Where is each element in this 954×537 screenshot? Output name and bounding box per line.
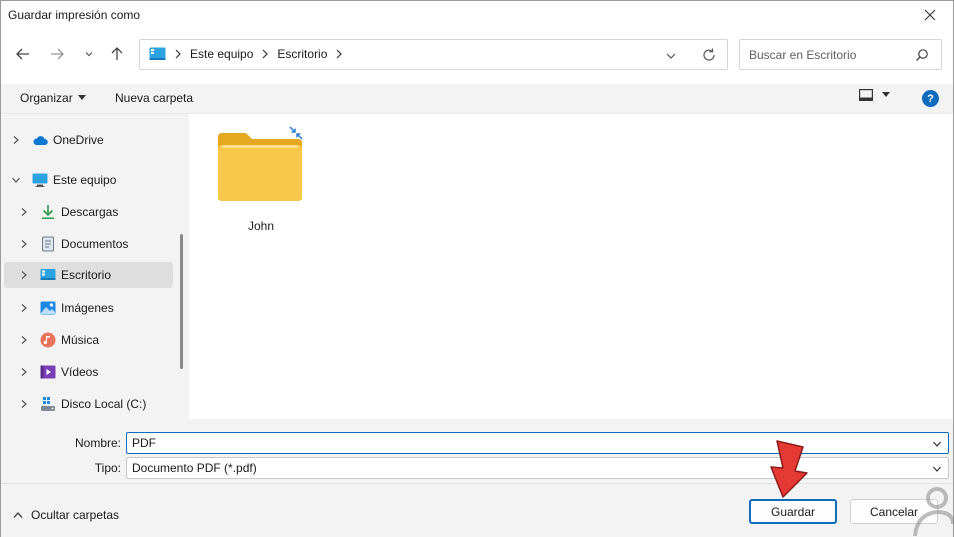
up-button[interactable] [106,43,128,65]
sidebar-item-label: Este equipo [53,173,117,187]
chevron-right-icon[interactable] [19,303,29,313]
monitor-icon [32,173,48,187]
help-icon: ? [927,92,934,105]
caret-down-icon [77,95,86,100]
sidebar-item-imagenes[interactable]: Imágenes [4,295,173,321]
video-icon [40,365,56,379]
search-icon[interactable] [915,48,929,62]
chevron-right-icon[interactable] [11,135,21,145]
back-button[interactable] [12,43,34,65]
sidebar-item-onedrive[interactable]: OneDrive [4,127,173,153]
organize-label: Organizar [20,91,73,105]
cloud-icon [33,136,48,145]
navigation-pane[interactable]: OneDrive Este equipo Descargas Documento… [1,114,189,419]
sidebar-item-label: Descargas [61,205,119,219]
sync-arrows-icon [289,126,303,140]
new-folder-button[interactable]: Nueva carpeta [115,91,193,105]
caret-down-icon [882,92,890,97]
sidebar-scrollbar[interactable] [180,234,183,369]
help-button[interactable]: ? [922,90,939,107]
address-bar[interactable]: Este equipo Escritorio [139,39,728,70]
chevron-right-icon[interactable] [19,239,29,249]
sidebar-item-musica[interactable]: Música [4,327,173,353]
chevron-right-icon[interactable] [19,399,29,409]
title-bar: Guardar impresión como [1,1,953,29]
view-pane-icon [859,89,873,101]
sidebar-item-label: Disco Local (C:) [61,397,147,411]
sidebar-item-label: Escritorio [61,268,112,282]
chevron-down-icon[interactable] [932,464,942,474]
sidebar-item-videos[interactable]: Vídeos [4,359,173,385]
save-label: Guardar [770,504,816,519]
sidebar-item-label: Vídeos [61,365,99,379]
desktop-icon [149,47,166,60]
name-label: Nombre: [74,436,121,450]
desktop-icon [40,269,56,280]
type-label: Tipo: [94,461,121,475]
chevron-down-icon [85,52,93,57]
chevron-down-icon[interactable] [932,439,942,449]
drive-icon [41,397,55,411]
breadcrumb-escritorio[interactable]: Escritorio [277,47,327,61]
save-dialog: Guardar impresión como Este equipo Escri… [0,0,954,537]
download-icon [42,205,54,219]
address-history-chevron-icon[interactable] [665,50,677,62]
chevron-right-icon[interactable] [261,49,269,59]
sidebar-item-label: Documentos [61,237,129,251]
navigation-bar: Este equipo Escritorio Buscar en Escrito… [1,35,953,75]
sidebar-item-este-equipo[interactable]: Este equipo [4,167,173,193]
chevron-up-icon [13,512,23,518]
chevron-right-icon[interactable] [19,270,29,280]
save-button[interactable]: Guardar [749,499,837,524]
music-icon [40,332,56,348]
arrow-up-icon [111,47,123,60]
folder-name: John [247,219,275,233]
image-icon [40,301,56,315]
close-button[interactable] [907,1,953,29]
sidebar-item-label: OneDrive [53,133,104,147]
pointer-arrow-icon [770,440,808,498]
view-options-button[interactable] [859,89,890,101]
sidebar-item-label: Música [61,333,100,347]
hide-folders-toggle[interactable]: Ocultar carpetas [13,508,119,522]
refresh-icon[interactable] [701,47,717,63]
recent-locations-button[interactable] [78,43,100,65]
chevron-right-icon[interactable] [19,207,29,217]
chevron-right-icon [175,49,181,59]
window-title: Guardar impresión como [8,8,141,22]
chevron-down-icon[interactable] [11,175,21,185]
sidebar-item-label: Imágenes [61,301,114,315]
filename-field[interactable]: PDF [126,432,949,454]
sidebar-item-escritorio[interactable]: Escritorio [4,262,173,288]
new-folder-label: Nueva carpeta [115,91,194,105]
chevron-right-icon[interactable] [19,367,29,377]
chevron-right-icon[interactable] [19,335,29,345]
folder-item[interactable]: John [216,123,306,233]
sidebar-item-disco-local[interactable]: Disco Local (C:) [4,391,173,417]
search-box[interactable]: Buscar en Escritorio [739,39,942,70]
breadcrumb: Este equipo Escritorio [149,47,343,61]
filename-value: PDF [132,436,156,450]
close-icon [924,9,936,21]
hide-folders-label: Ocultar carpetas [31,508,120,522]
filetype-select[interactable]: Documento PDF (*.pdf) [126,457,949,479]
sidebar-item-descargas[interactable]: Descargas [4,199,173,225]
sidebar-item-documentos[interactable]: Documentos [4,231,173,257]
watermark-person-icon [913,487,954,537]
breadcrumb-este-equipo[interactable]: Este equipo [190,47,253,61]
forward-button[interactable] [46,43,68,65]
search-placeholder: Buscar en Escritorio [749,48,857,62]
filetype-value: Documento PDF (*.pdf) [132,461,257,475]
arrow-right-icon [51,48,64,60]
document-icon [42,236,54,252]
chevron-right-icon[interactable] [335,49,343,59]
command-bar: Organizar Nueva carpeta ? [1,84,953,114]
organize-menu[interactable]: Organizar [20,91,86,105]
arrow-left-icon [16,48,29,60]
